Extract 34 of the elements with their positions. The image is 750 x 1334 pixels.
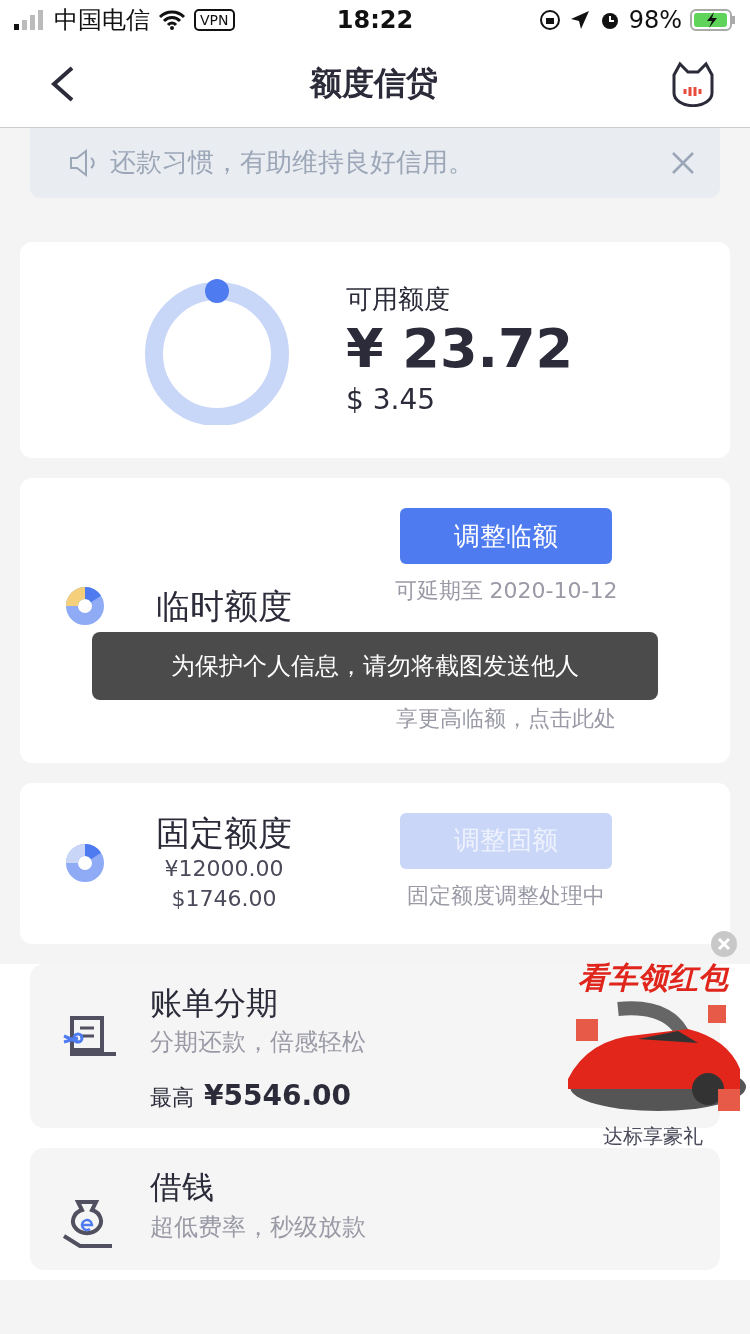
service-subtitle: 分期还款，倍感轻松	[150, 1027, 366, 1057]
page-title: 额度信贷	[310, 62, 438, 104]
battery-icon	[690, 9, 736, 31]
signal-icon	[14, 10, 46, 30]
promo-title[interactable]: 看车领红包	[578, 958, 728, 999]
service-title: 账单分期	[150, 983, 279, 1022]
clock-time: 18:22	[336, 6, 414, 34]
pie-chart-icon	[66, 587, 104, 626]
quota-title: 固定额度	[156, 812, 292, 854]
available-label: 可用额度	[346, 283, 451, 315]
quota-note: 可延期至 2020-10-12	[394, 578, 618, 605]
quota-amount: ¥12000.00	[164, 854, 284, 883]
available-amount: ¥ 23.72	[346, 315, 574, 382]
pie-chart-icon	[66, 844, 104, 883]
carrier-name: 中国电信	[54, 5, 150, 36]
toast-message: 为保护个人信息，请勿将截图发送他人	[171, 651, 579, 682]
available-usd-amount: $ 3.45	[346, 382, 437, 417]
battery-percent: 98%	[628, 6, 682, 34]
notice-text: 还款习惯，有助维持良好信用。	[110, 147, 475, 179]
promo-caption: 达标享豪礼	[603, 1123, 703, 1150]
quota-amount: $1746.00	[171, 884, 277, 913]
max-amount: ¥5546.00	[204, 1078, 351, 1113]
wifi-icon	[158, 10, 186, 30]
quota-note: 固定额度调整处理中	[407, 882, 605, 910]
service-title: 借钱	[150, 1168, 215, 1207]
service-subtitle: 超低费率，秒级放款	[150, 1212, 366, 1242]
cat-icon[interactable]	[670, 60, 716, 107]
adjust-button[interactable]: 调整临额	[400, 508, 612, 564]
rotation-lock-icon	[538, 9, 561, 31]
speaker-icon	[68, 148, 98, 178]
quota-title: 临时额度	[156, 586, 292, 627]
vpn-badge: VPN	[194, 9, 235, 31]
raise-limit-link[interactable]: 享更高临额，点击此处	[396, 706, 616, 733]
max-label: 最高	[150, 1084, 194, 1112]
